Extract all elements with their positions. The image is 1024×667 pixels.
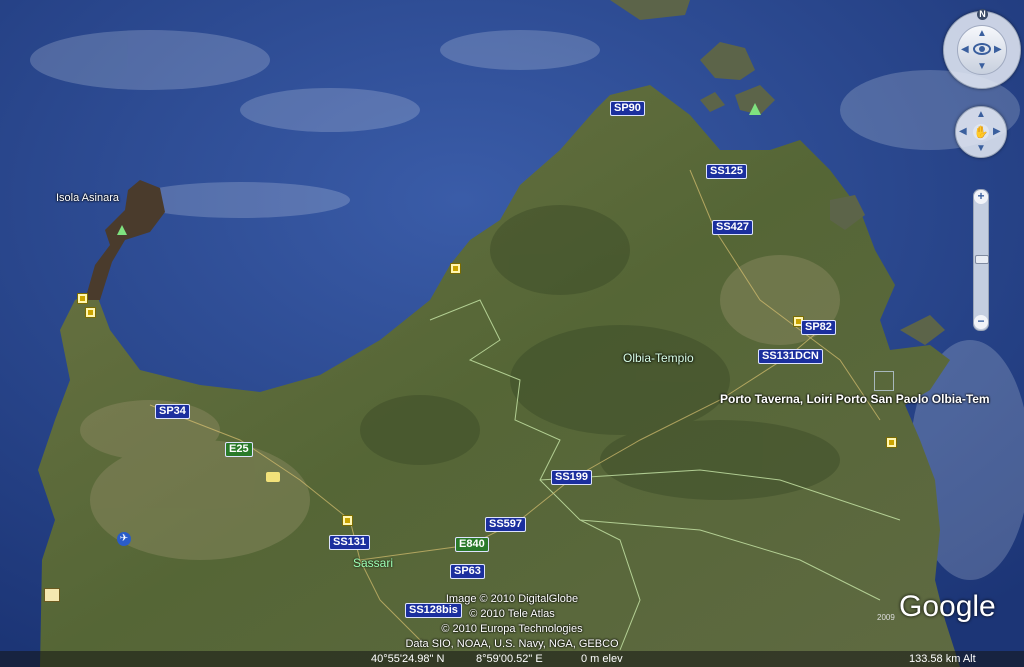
road-sp90[interactable]: SP90	[610, 101, 645, 116]
longitude-readout: 8°59'00.52" E	[476, 653, 543, 665]
park-icon[interactable]	[117, 225, 127, 235]
road-sp82[interactable]: SP82	[801, 320, 836, 335]
look-left-arrow[interactable]: ◀	[961, 45, 969, 55]
poi-marker[interactable]	[886, 437, 897, 448]
selection-box	[874, 371, 894, 391]
move-down-arrow[interactable]: ▼	[976, 144, 986, 154]
move-right-arrow[interactable]: ▶	[993, 127, 1001, 137]
road-ss597[interactable]: SS597	[485, 517, 527, 532]
road-e840[interactable]: E840	[455, 537, 489, 552]
zoom-in-button[interactable]: +	[974, 190, 988, 204]
credit-line: Image © 2010 DigitalGlobe	[445, 593, 579, 605]
credit-line: Data SIO, NOAA, U.S. Navy, NGA, GEBCO	[405, 638, 619, 650]
credit-line: © 2010 Tele Atlas	[469, 608, 555, 620]
look-control[interactable]: N ▲ ▼ ◀ ▶	[943, 9, 1021, 89]
road-sp34[interactable]: SP34	[155, 404, 190, 419]
google-logo: Google	[899, 590, 996, 623]
look-down-arrow[interactable]: ▼	[977, 62, 987, 72]
road-ss131dcn[interactable]: SS131DCN	[758, 349, 823, 364]
hand-icon: ✋	[973, 124, 989, 140]
road-ss125[interactable]: SS125	[706, 164, 748, 179]
road-ss131[interactable]: SS131	[329, 535, 371, 550]
north-indicator[interactable]: N	[977, 9, 988, 20]
move-control[interactable]: ▲ ▼ ◀ ▶ ✋	[955, 106, 1007, 158]
university-icon[interactable]	[266, 472, 280, 482]
road-ss199[interactable]: SS199	[551, 470, 593, 485]
look-up-arrow[interactable]: ▲	[977, 29, 987, 39]
poi-marker[interactable]	[85, 307, 96, 318]
park-icon[interactable]	[749, 103, 761, 115]
road-ss427[interactable]: SS427	[712, 220, 754, 235]
label-porto-taverna[interactable]: Porto Taverna, Loiri Porto San Paolo Olb…	[720, 392, 990, 406]
poi-marker[interactable]	[450, 263, 461, 274]
satellite-terrain[interactable]	[0, 0, 1024, 667]
move-left-arrow[interactable]: ◀	[959, 127, 967, 137]
eye-icon	[973, 43, 991, 55]
poi-marker[interactable]	[342, 515, 353, 526]
label-olbia-tempio[interactable]: Olbia-Tempio	[623, 351, 694, 365]
label-isola-asinara[interactable]: Isola Asinara	[56, 192, 119, 204]
zoom-slider[interactable]: + −	[973, 189, 989, 331]
elevation-readout: 0 m elev	[581, 653, 623, 665]
map-view[interactable]: ✈ SP90 SS125 SS427 SP82 SS131DCN SP34 E2…	[0, 0, 1024, 667]
label-sassari[interactable]: Sassari	[353, 556, 393, 570]
copyright-year: 2009	[877, 613, 895, 622]
zoom-out-button[interactable]: −	[974, 315, 988, 329]
zoom-slider-handle[interactable]	[975, 255, 989, 264]
move-up-arrow[interactable]: ▲	[976, 110, 986, 120]
eye-altitude-readout: 133.58 km Alt	[909, 653, 976, 665]
airport-icon[interactable]: ✈	[117, 532, 131, 546]
look-joystick[interactable]: ▲ ▼ ◀ ▶	[957, 25, 1007, 75]
road-e25[interactable]: E25	[225, 442, 253, 457]
status-bar: 40°55'24.98" N 8°59'00.52" E 0 m elev 13…	[0, 651, 1024, 667]
road-sp63[interactable]: SP63	[450, 564, 485, 579]
credit-line: © 2010 Europa Technologies	[441, 623, 583, 635]
museum-icon[interactable]	[44, 588, 60, 602]
look-right-arrow[interactable]: ▶	[994, 45, 1002, 55]
latitude-readout: 40°55'24.98" N	[371, 653, 445, 665]
poi-marker[interactable]	[77, 293, 88, 304]
map-attribution: Image © 2010 DigitalGlobe © 2010 Tele At…	[392, 592, 632, 652]
